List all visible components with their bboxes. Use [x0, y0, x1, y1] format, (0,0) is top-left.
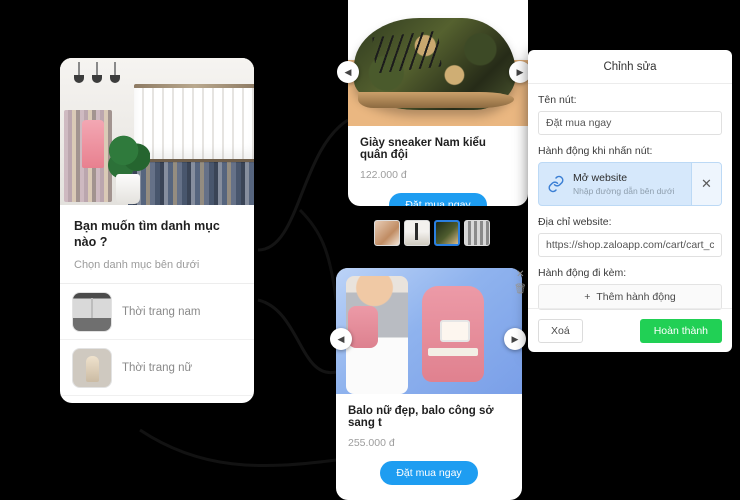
- action-subtitle: Nhập đường dẫn bên dưới: [573, 186, 675, 196]
- plus-icon: +: [584, 291, 591, 303]
- delete-button[interactable]: Xoá: [538, 318, 583, 343]
- store-hero-image: [60, 58, 254, 205]
- done-button[interactable]: Hoàn thành: [639, 318, 722, 343]
- lamp-icon: [110, 62, 120, 83]
- category-card: Bạn muốn tìm danh mục nào ? Chọn danh mụ…: [60, 58, 254, 403]
- image-thumbnail-strip: [374, 220, 490, 246]
- list-item[interactable]: Thời trang nữ: [60, 340, 254, 397]
- womens-dress-thumbnail: [72, 347, 112, 388]
- buy-now-button[interactable]: Đặt mua ngay: [380, 461, 478, 485]
- add-action-button[interactable]: + Thêm hành động: [538, 284, 722, 310]
- editor-canvas: Bạn muốn tìm danh mục nào ? Chọn danh mụ…: [0, 0, 740, 500]
- thumb-leather-bag[interactable]: [374, 220, 400, 246]
- list-item-label: Thời trang nữ: [122, 361, 193, 374]
- lamp-icon: [74, 62, 84, 83]
- product-title: Balo nữ đẹp, balo công sở sang t: [348, 405, 494, 429]
- buy-now-button[interactable]: Đặt mua ngay: [389, 193, 487, 206]
- backpack-front: [422, 286, 484, 382]
- click-action-label: Hành động khi nhấn nút:: [538, 145, 653, 157]
- action-title: Mở website: [573, 172, 628, 184]
- remove-action-button[interactable]: ✕: [691, 163, 721, 205]
- trash-icon[interactable]: 🗑: [514, 285, 527, 295]
- white-shirts-row: [134, 88, 254, 160]
- thumb-bottle[interactable]: [404, 220, 430, 246]
- product-price: 122.000 đ: [360, 169, 407, 181]
- button-name-input[interactable]: [538, 111, 722, 135]
- camo-sneaker-photo: [348, 0, 528, 126]
- thumb-camo-sneaker[interactable]: [434, 220, 460, 246]
- carousel-next-button[interactable]: ▶: [504, 328, 526, 350]
- thumb-striped-item[interactable]: [464, 220, 490, 246]
- edit-panel: Chỉnh sửa Tên nút: Hành động khi nhấn nú…: [528, 50, 732, 352]
- button-name-label: Tên nút:: [538, 94, 577, 106]
- add-element-button[interactable]: + Thêm phần tử: [60, 396, 254, 403]
- page-subtitle: Chọn danh mục bên dưới: [74, 259, 200, 272]
- plant-pot: [116, 174, 140, 204]
- product-title: Giày sneaker Nam kiểu quân đội: [360, 137, 486, 161]
- extra-action-label: Hành động đi kèm:: [538, 267, 627, 279]
- plant-leaves: [106, 132, 150, 178]
- selected-action-row[interactable]: Mở website Nhập đường dẫn bên dưới ✕: [538, 162, 722, 206]
- close-icon[interactable]: ✕: [516, 270, 524, 280]
- panel-footer: Xoá Hoàn thành: [528, 308, 732, 352]
- model-with-backpack: [346, 276, 408, 394]
- sneaker-laces: [372, 30, 442, 74]
- page-title: Bạn muốn tìm danh mục nào ?: [74, 219, 220, 249]
- carousel-prev-button[interactable]: ◀: [337, 61, 359, 83]
- product-price: 255.000 đ: [348, 437, 395, 449]
- list-item[interactable]: Thời trang nam: [60, 284, 254, 341]
- pink-coat: [82, 120, 104, 168]
- lamp-icon: [92, 62, 102, 83]
- website-url-input[interactable]: [538, 233, 722, 257]
- panel-title: Chỉnh sửa: [528, 50, 732, 84]
- list-item-label: Thời trang nam: [122, 305, 201, 318]
- pink-backpack-photo: [336, 268, 522, 394]
- product-card-sneaker: Giày sneaker Nam kiểu quân đội 122.000 đ…: [348, 0, 528, 206]
- sneaker-sole: [358, 92, 514, 108]
- website-label: Địa chỉ website:: [538, 216, 612, 228]
- link-icon: [548, 175, 564, 193]
- element-tools: ✕ 🗑: [514, 270, 527, 295]
- mens-shirt-thumbnail: [72, 291, 112, 332]
- add-action-label: Thêm hành động: [596, 291, 676, 303]
- carousel-prev-button[interactable]: ◀: [330, 328, 352, 350]
- product-card-backpack: Balo nữ đẹp, balo công sở sang t 255.000…: [336, 268, 522, 500]
